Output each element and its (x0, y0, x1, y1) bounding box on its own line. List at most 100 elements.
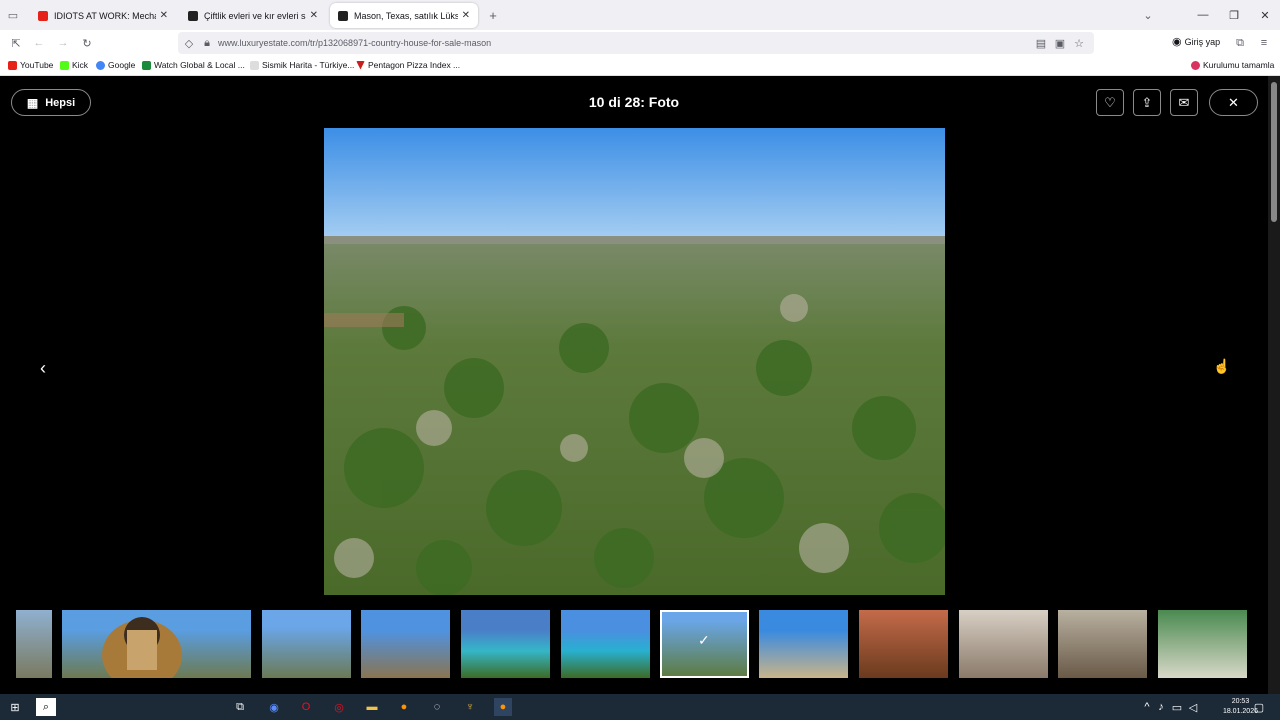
main-photo (324, 128, 945, 595)
bookmark-pentagon[interactable]: Pentagon Pizza Index ... (356, 60, 460, 70)
login-label: Giriş yap (1184, 36, 1221, 47)
new-tab-button[interactable]: + (484, 6, 502, 24)
bookmark-kick[interactable]: Kick (60, 60, 88, 70)
thumbnail[interactable] (561, 610, 650, 678)
game-icon[interactable]: ♆ (461, 698, 479, 716)
finish-setup-link[interactable]: Kurulumu tamamla (1191, 60, 1274, 70)
hand-cursor-icon: ☝ (1213, 358, 1231, 374)
extensions-icon[interactable]: ⧉ (1231, 34, 1249, 52)
tab-3-active[interactable]: Mason, Texas, satılık Lüks Köy e ✕ (330, 3, 478, 28)
tab-2[interactable]: Çiftlik evleri ve kır evleri satılık A ✕ (180, 3, 326, 28)
close-icon: ✕ (1228, 94, 1239, 110)
list-tabs-icon[interactable]: ⌄ (1139, 6, 1157, 24)
search-icon[interactable]: ⌕ (36, 698, 56, 716)
lock-icon[interactable]: 🔒︎ (198, 34, 216, 52)
menu-icon[interactable]: ≡ (1255, 34, 1273, 52)
avatar-overlay (102, 617, 182, 678)
notifications-icon[interactable]: ▢ (1250, 698, 1268, 716)
bookmark-label: Kurulumu tamamla (1203, 60, 1275, 70)
thumbnail-selected[interactable]: ✓ (660, 610, 749, 678)
bookmark-youtube[interactable]: YouTube (8, 60, 53, 70)
volume-icon[interactable]: ◁ (1184, 698, 1202, 716)
thumbnail[interactable] (859, 610, 948, 678)
bookmark-label: Pentagon Pizza Index ... (368, 60, 461, 70)
envelope-icon: ✉ (1178, 94, 1190, 110)
thumbnail-strip: ✓ (0, 610, 1268, 678)
bookmark-sismik[interactable]: Sismik Harita - Türkiye... (250, 60, 354, 70)
tv-icon (142, 60, 151, 70)
thumbnail[interactable] (16, 610, 52, 678)
bookmark-label: YouTube (20, 60, 54, 70)
heart-icon: ♡ (1104, 94, 1116, 110)
firefox-icon[interactable]: ● (395, 698, 413, 716)
bookmark-watch[interactable]: Watch Global & Local ... (142, 60, 245, 70)
previous-photo-arrow[interactable]: ‹ (40, 358, 46, 379)
thumbnail[interactable] (1058, 610, 1147, 678)
reload-icon[interactable]: ↻ (78, 34, 96, 52)
login-button[interactable]: ◉ Giriş yap (1172, 35, 1220, 48)
close-tab-icon[interactable]: ✕ (462, 10, 470, 21)
scrollbar[interactable] (1268, 76, 1280, 694)
youtube-icon (8, 60, 17, 70)
luxuryestate-icon (188, 10, 198, 21)
taskbar: ⊞ ⌕ ⧉ ◉ O ◎ ▬ ● ◌ ♆ ● ^ ♪ ▭ ◁ 20:53 18.0… (0, 694, 1280, 720)
pizza-icon (356, 60, 365, 70)
tab-title: Çiftlik evleri ve kır evleri satılık A (204, 10, 306, 21)
thumbnail[interactable] (361, 610, 450, 678)
minimize-button[interactable]: — (1188, 0, 1218, 30)
bookmark-google[interactable]: Google (96, 60, 135, 70)
opera-gx-icon[interactable]: ◎ (330, 698, 348, 716)
tab-title: IDIOTS AT WORK: Mechanic Edi (54, 10, 156, 21)
bookmarks-bar: YouTube Kick Google Watch Global & Local… (0, 56, 1280, 76)
google-icon (96, 60, 105, 70)
landscape-aerial-photo (324, 128, 945, 595)
tab-strip: ▭ IDIOTS AT WORK: Mechanic Edi ✕ Çiftlik… (0, 0, 1280, 30)
tab-overview-icon[interactable]: ▭ (4, 6, 22, 24)
thumbnail[interactable] (461, 610, 550, 678)
tab-title: Mason, Texas, satılık Lüks Köy e (354, 10, 458, 21)
kick-icon (60, 60, 69, 70)
thumbnail[interactable] (1158, 610, 1247, 678)
opera-icon[interactable]: O (297, 698, 315, 716)
star-icon[interactable]: ☆ (1070, 34, 1088, 52)
sidebar-icon[interactable]: ⇱ (7, 34, 25, 52)
thumbnail[interactable] (62, 610, 251, 678)
scrollbar-thumb[interactable] (1271, 82, 1277, 222)
thumbnail[interactable] (759, 610, 848, 678)
bookmark-label: Watch Global & Local ... (154, 60, 245, 70)
favorite-button[interactable]: ♡ (1096, 89, 1124, 116)
close-tab-icon[interactable]: ✕ (160, 10, 168, 21)
restore-button[interactable]: ❐ (1219, 0, 1249, 30)
reader-view-icon[interactable]: ▤ (1032, 34, 1050, 52)
email-button[interactable]: ✉ (1170, 89, 1198, 116)
navigation-bar: ⇱ ← → ↻ www.luxuryestate.com/tr/p1320689… (0, 30, 1280, 56)
shield-icon[interactable]: ◇ (180, 34, 198, 52)
close-tab-icon[interactable]: ✕ (310, 10, 318, 21)
youtube-icon (38, 10, 48, 21)
close-window-button[interactable]: ✕ (1250, 0, 1280, 30)
share-button[interactable]: ⇪ (1133, 89, 1161, 116)
close-gallery-button[interactable]: ✕ (1209, 89, 1258, 116)
chrome-icon[interactable]: ◉ (265, 698, 283, 716)
folder-icon[interactable]: ▬ (363, 698, 381, 716)
photo-counter: 10 di 28: Foto (588, 94, 680, 110)
pocket-icon[interactable]: ▣ (1051, 34, 1069, 52)
firefox-active-icon[interactable]: ● (494, 698, 512, 716)
task-view-icon[interactable]: ⧉ (231, 698, 249, 716)
thumbnail[interactable] (262, 610, 351, 678)
start-icon[interactable]: ⊞ (6, 698, 24, 716)
map-icon (250, 60, 259, 70)
tab-1[interactable]: IDIOTS AT WORK: Mechanic Edi ✕ (30, 3, 176, 28)
account-icon: ◉ (1172, 36, 1182, 48)
app-icon[interactable]: ◌ (428, 698, 446, 716)
bookmark-label: Google (108, 60, 136, 70)
url-text: www.luxuryestate.com/tr/p132068971-count… (218, 38, 492, 48)
url-bar[interactable]: www.luxuryestate.com/tr/p132068971-count… (178, 32, 1094, 54)
firefox-icon (1191, 60, 1200, 70)
thumbnail[interactable] (959, 610, 1048, 678)
bookmark-label: Sismik Harita - Türkiye... (262, 60, 355, 70)
checkmark-icon: ✓ (698, 632, 710, 648)
forward-icon[interactable]: → (54, 34, 72, 52)
back-icon[interactable]: ← (30, 34, 48, 52)
share-icon: ⇪ (1141, 94, 1153, 110)
